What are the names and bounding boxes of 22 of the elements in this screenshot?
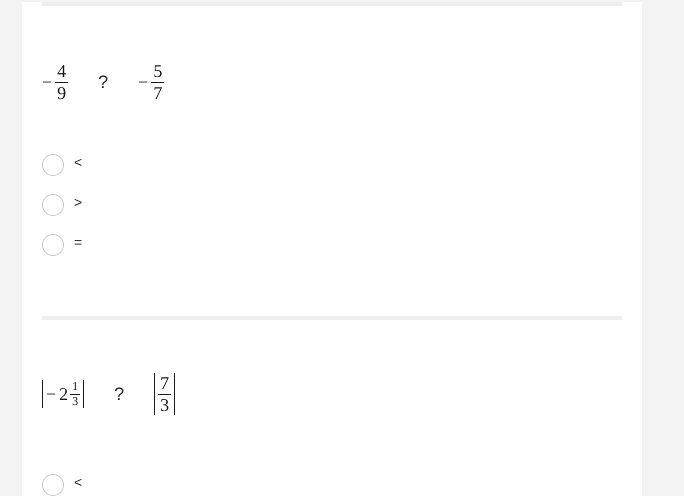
radio-button[interactable] <box>42 234 64 256</box>
radio-button[interactable] <box>42 474 64 496</box>
minus-sign: − <box>46 384 56 404</box>
option-label: = <box>74 234 82 250</box>
question-mark: ? <box>114 384 124 404</box>
denominator: 3 <box>70 394 80 408</box>
radio-button[interactable] <box>42 154 64 176</box>
question-mark: ? <box>98 72 108 92</box>
numerator: 5 <box>152 60 164 82</box>
denominator: 9 <box>55 82 68 104</box>
option-label: > <box>74 194 82 210</box>
whole-number: 2 <box>59 384 68 404</box>
numerator: 1 <box>71 380 80 394</box>
denominator: 7 <box>151 82 164 104</box>
denominator: 3 <box>158 394 172 416</box>
radio-button[interactable] <box>42 194 64 216</box>
option-label: < <box>74 154 82 170</box>
numerator: 7 <box>159 372 170 394</box>
minus-sign: − <box>138 72 148 92</box>
option-label: < <box>74 474 82 490</box>
numerator: 4 <box>56 60 68 82</box>
minus-sign: − <box>42 72 52 92</box>
